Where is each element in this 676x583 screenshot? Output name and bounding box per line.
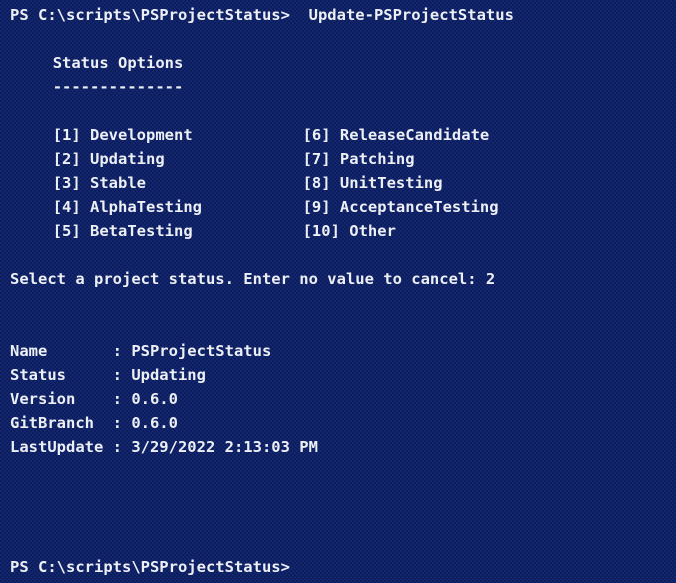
menu-option-row: [4] AlphaTesting [9] AcceptanceTesting <box>10 195 676 219</box>
menu-heading: Status Options <box>52 54 184 72</box>
property-row-version: Version : 0.6.0 <box>10 390 178 408</box>
menu-option-row: [3] Stable [8] UnitTesting <box>10 171 676 195</box>
menu-option-4[interactable]: [4] AlphaTesting <box>53 195 202 219</box>
property-row-name: Name : PSProjectStatus <box>10 342 272 360</box>
menu-option-row: [5] BetaTesting [10] Other <box>10 219 676 243</box>
menu-option-3[interactable]: [3] Stable <box>53 171 146 195</box>
menu-option-row: [2] Updating [7] Patching <box>10 147 676 171</box>
menu-option-row: [1] Development [6] ReleaseCandidate <box>10 123 676 147</box>
menu-option-8[interactable]: [8] UnitTesting <box>303 171 443 195</box>
property-row-gitbranch: GitBranch : 0.6.0 <box>10 414 178 432</box>
command-prompt-line: PS C:\scripts\PSProjectStatus> Update-PS… <box>10 6 514 24</box>
menu-option-9[interactable]: [9] AcceptanceTesting <box>303 195 499 219</box>
console-screen: PS C:\scripts\PSProjectStatus> Update-PS… <box>10 3 676 583</box>
menu-option-7[interactable]: [7] Patching <box>303 147 415 171</box>
menu-heading-underline: -------------- <box>52 78 184 96</box>
powershell-console-window[interactable]: PS C:\scripts\PSProjectStatus> Update-PS… <box>0 0 676 583</box>
property-row-lastupdate: LastUpdate : 3/29/2022 2:13:03 PM <box>10 438 318 456</box>
menu-option-5[interactable]: [5] BetaTesting <box>53 219 193 243</box>
menu-option-1[interactable]: [1] Development <box>53 123 193 147</box>
menu-option-10[interactable]: [10] Other <box>303 219 396 243</box>
bottom-prompt-line[interactable]: PS C:\scripts\PSProjectStatus> <box>10 555 676 579</box>
menu-option-6[interactable]: [6] ReleaseCandidate <box>303 123 490 147</box>
menu-option-2[interactable]: [2] Updating <box>53 147 165 171</box>
property-row-status: Status : Updating <box>10 366 206 384</box>
selection-prompt-line[interactable]: Select a project status. Enter no value … <box>10 267 676 291</box>
